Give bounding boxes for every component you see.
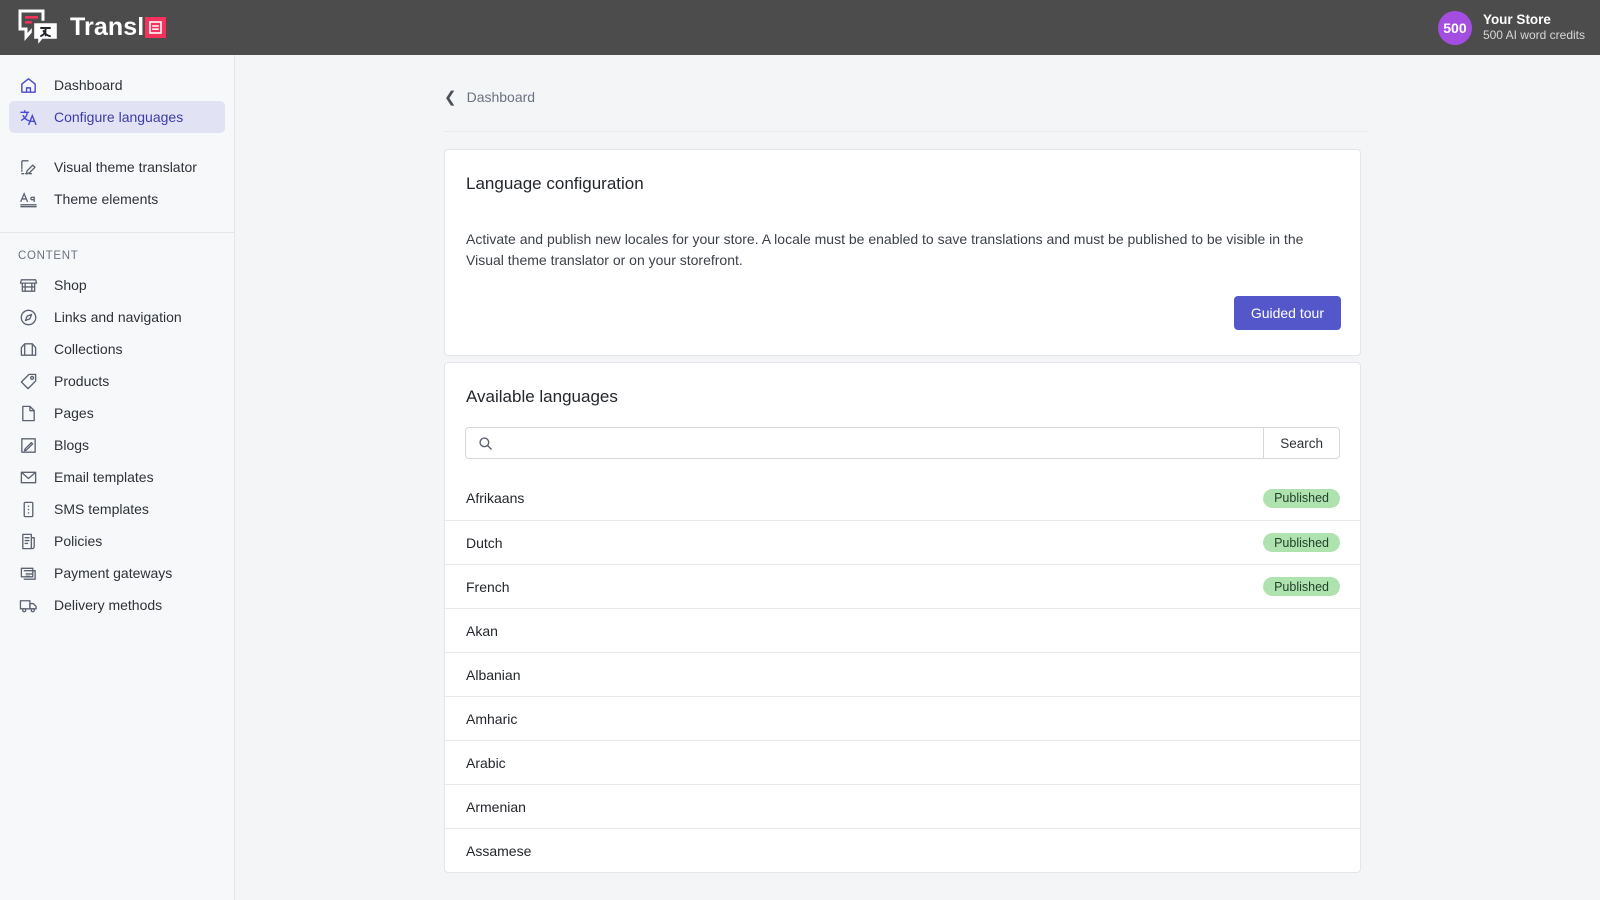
language-list: Afrikaans Published Dutch Published Fren…	[445, 476, 1360, 872]
guided-tour-button[interactable]: Guided tour	[1234, 296, 1341, 330]
credits-badge: 500	[1438, 11, 1472, 45]
sidebar-item-blogs[interactable]: Blogs	[9, 429, 225, 461]
brand-logo[interactable]: । Transl	[0, 8, 166, 48]
sidebar-item-collections-label: Collections	[54, 341, 122, 357]
sidebar-item-links-and-navigation[interactable]: Links and navigation	[9, 301, 225, 333]
status-badge: Published	[1263, 489, 1340, 508]
sidebar-item-collections[interactable]: Collections	[9, 333, 225, 365]
search-icon	[478, 436, 493, 451]
theme-edit-icon	[18, 157, 38, 177]
sidebar-item-shop[interactable]: Shop	[9, 269, 225, 301]
sidebar-item-payment-gateways-label: Payment gateways	[54, 565, 172, 581]
table-row[interactable]: Amharic	[445, 696, 1360, 740]
search-row: Search	[465, 427, 1340, 459]
table-row[interactable]: French Published	[445, 564, 1360, 608]
table-row[interactable]: Akan	[445, 608, 1360, 652]
sidebar-item-email-templates-label: Email templates	[54, 469, 154, 485]
sidebar-item-sms-templates-label: SMS templates	[54, 501, 149, 517]
envelope-icon	[18, 467, 38, 487]
top-bar: । Transl 500 Your Store 500 AI word cred…	[0, 0, 1600, 55]
sidebar-item-payment-gateways[interactable]: Payment gateways	[9, 557, 225, 589]
available-languages-title: Available languages	[445, 363, 1360, 407]
header-divider	[444, 131, 1369, 132]
sidebar: Dashboard Configure languages Visual the…	[0, 55, 235, 900]
brand-wordmark: Transl	[70, 13, 166, 42]
card-actions: Guided tour	[445, 271, 1360, 355]
sidebar-item-blogs-label: Blogs	[54, 437, 89, 453]
language-name: Akan	[466, 623, 498, 639]
table-row[interactable]: Arabic	[445, 740, 1360, 784]
configuration-description: Activate and publish new locales for you…	[445, 194, 1360, 271]
sidebar-item-dashboard-label: Dashboard	[54, 77, 123, 93]
table-row[interactable]: Albanian	[445, 652, 1360, 696]
phone-icon	[18, 499, 38, 519]
search-input[interactable]	[502, 428, 1263, 458]
sidebar-item-configure-languages-label: Configure languages	[54, 109, 183, 125]
breadcrumb-label: Dashboard	[467, 89, 536, 105]
breadcrumb[interactable]: ❮ Dashboard	[235, 55, 535, 105]
sidebar-item-pages[interactable]: Pages	[9, 397, 225, 429]
sidebar-section-label-content: CONTENT	[0, 233, 234, 269]
translate-icon	[18, 107, 38, 127]
sidebar-item-visual-theme-translator-label: Visual theme translator	[54, 159, 197, 175]
table-row[interactable]: Dutch Published	[445, 520, 1360, 564]
sidebar-item-sms-templates[interactable]: SMS templates	[9, 493, 225, 525]
sidebar-item-delivery-methods-label: Delivery methods	[54, 597, 162, 613]
compass-icon	[18, 307, 38, 327]
sidebar-item-delivery-methods[interactable]: Delivery methods	[9, 589, 225, 621]
page-icon	[18, 403, 38, 423]
brand-word-text: Transl	[70, 13, 144, 42]
typography-icon	[18, 189, 38, 209]
available-languages-card: Available languages Search Afrikaans Pub…	[444, 362, 1361, 873]
payment-card-icon	[18, 563, 38, 583]
language-name: Dutch	[466, 535, 503, 551]
sidebar-item-theme-elements-label: Theme elements	[54, 191, 158, 207]
language-name: Arabic	[466, 755, 506, 771]
pencil-square-icon	[18, 435, 38, 455]
table-row[interactable]: Afrikaans Published	[445, 476, 1360, 520]
sidebar-item-products[interactable]: Products	[9, 365, 225, 397]
status-badge: Published	[1263, 577, 1340, 596]
sidebar-item-theme-elements[interactable]: Theme elements	[9, 183, 225, 215]
brand-accent-glyph-icon	[145, 17, 166, 38]
language-name: Albanian	[466, 667, 521, 683]
sidebar-item-dashboard[interactable]: Dashboard	[9, 69, 225, 101]
tag-icon	[18, 371, 38, 391]
search-button[interactable]: Search	[1263, 427, 1340, 459]
sidebar-item-shop-label: Shop	[54, 277, 87, 293]
truck-icon	[18, 595, 38, 615]
home-icon	[18, 75, 38, 95]
sidebar-item-policies[interactable]: Policies	[9, 525, 225, 557]
language-name: Amharic	[466, 711, 517, 727]
sidebar-item-email-templates[interactable]: Email templates	[9, 461, 225, 493]
sidebar-item-visual-theme-translator[interactable]: Visual theme translator	[9, 151, 225, 183]
credits-label: 500 AI word credits	[1483, 28, 1585, 43]
language-configuration-card: Language configuration Activate and publ…	[444, 149, 1361, 356]
language-name: Afrikaans	[466, 490, 524, 506]
table-row[interactable]: Assamese	[445, 828, 1360, 872]
sidebar-spacer	[0, 133, 234, 151]
main-content: ❮ Dashboard Language configuration Activ…	[235, 55, 1600, 900]
sidebar-item-links-and-navigation-label: Links and navigation	[54, 309, 182, 325]
translate-speech-bubbles-logo-icon: ।	[17, 8, 61, 48]
sidebar-item-products-label: Products	[54, 373, 109, 389]
sidebar-item-configure-languages[interactable]: Configure languages	[9, 101, 225, 133]
page-title: Language configuration	[445, 150, 1360, 194]
store-icon	[18, 275, 38, 295]
status-badge: Published	[1263, 533, 1340, 552]
store-name: Your Store	[1483, 12, 1585, 29]
language-name: Armenian	[466, 799, 526, 815]
account-text-block: Your Store 500 AI word credits	[1483, 12, 1585, 44]
sidebar-item-policies-label: Policies	[54, 533, 102, 549]
language-name: Assamese	[466, 843, 531, 859]
collections-icon	[18, 339, 38, 359]
language-name: French	[466, 579, 510, 595]
table-row[interactable]: Armenian	[445, 784, 1360, 828]
chevron-left-icon: ❮	[444, 90, 457, 105]
sidebar-item-pages-label: Pages	[54, 405, 94, 421]
search-field[interactable]	[465, 427, 1263, 459]
scroll-icon	[18, 531, 38, 551]
account-summary[interactable]: 500 Your Store 500 AI word credits	[1438, 11, 1600, 45]
